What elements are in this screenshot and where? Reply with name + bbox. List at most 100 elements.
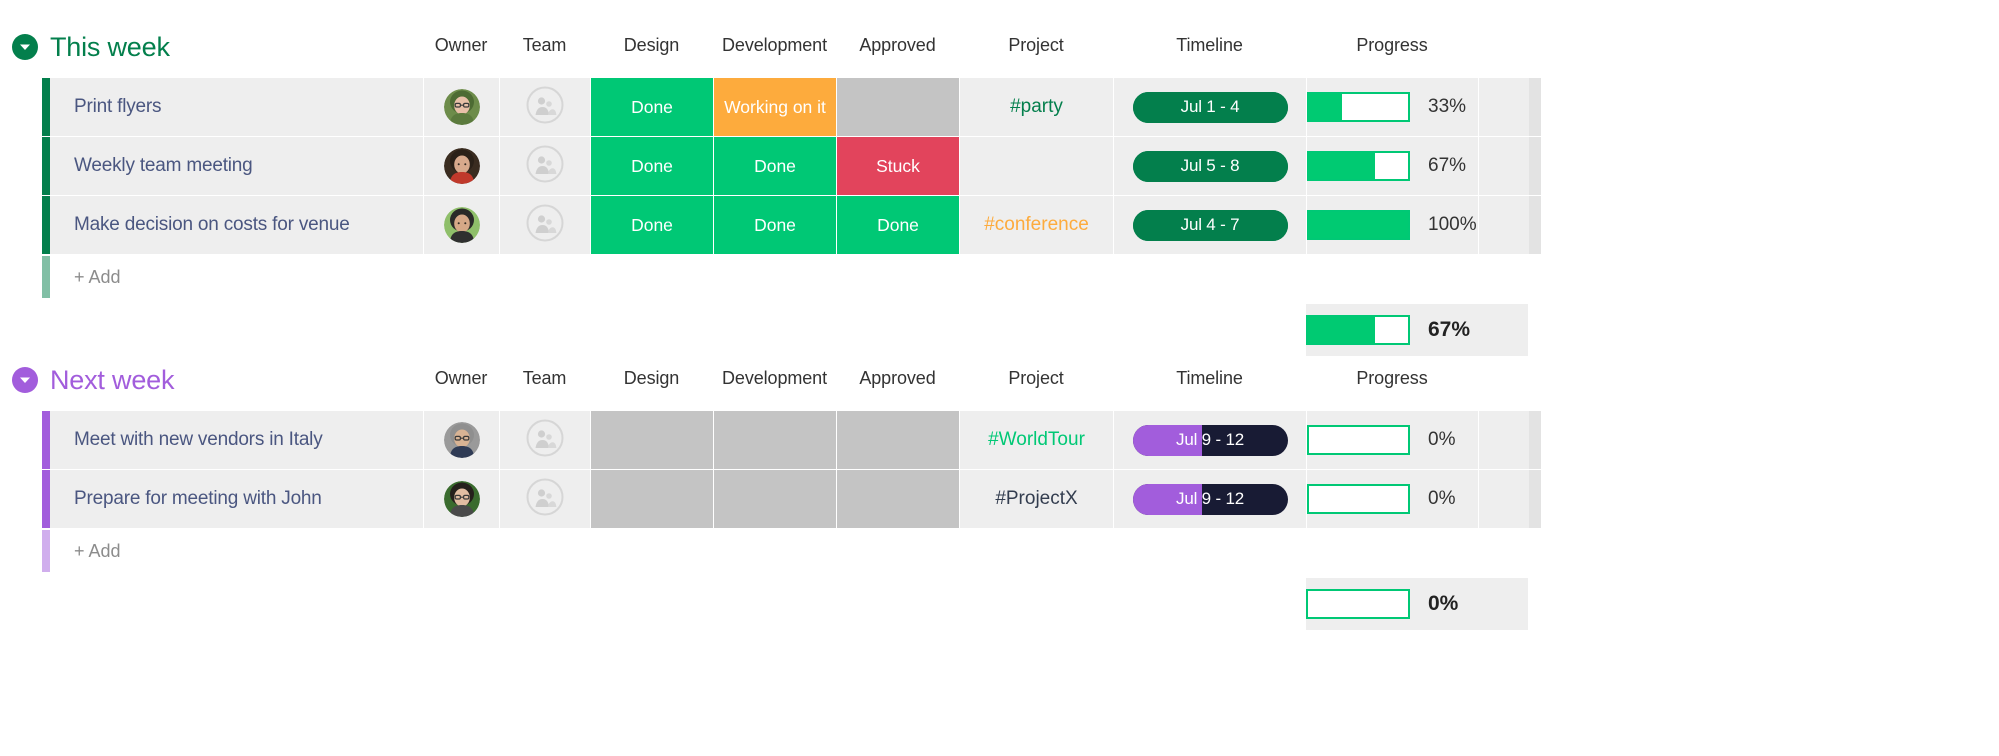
timeline-cell[interactable]: Jul 4 - 7	[1114, 196, 1307, 254]
column-header-progress[interactable]: Progress	[1306, 35, 1478, 56]
horizontal-scrollbar[interactable]	[1529, 78, 1541, 136]
status-cell-approved[interactable]: Stuck	[837, 137, 960, 195]
status-cell-design[interactable]: Done	[591, 78, 714, 136]
status-cell-development[interactable]	[714, 470, 837, 528]
status-cell-approved[interactable]	[837, 78, 960, 136]
team-cell[interactable]	[500, 411, 591, 469]
column-header-owner[interactable]: Owner	[423, 35, 499, 56]
add-item-row[interactable]: + Add	[0, 530, 1999, 572]
team-placeholder-icon[interactable]	[526, 86, 564, 129]
timeline-pill[interactable]: Jul 1 - 4	[1133, 92, 1288, 123]
progress-bar[interactable]	[1307, 92, 1410, 122]
timeline-pill[interactable]: Jul 5 - 8	[1133, 151, 1288, 182]
summary-end-pad	[1478, 304, 1528, 356]
group-title[interactable]: This week	[50, 32, 170, 63]
progress-cell[interactable]: 67%	[1307, 137, 1479, 195]
status-cell-design[interactable]: Done	[591, 137, 714, 195]
avatar[interactable]	[444, 148, 480, 184]
table-row[interactable]: Meet with new vendors in Italy #WorldTou…	[0, 411, 1999, 469]
timeline-cell[interactable]: Jul 9 - 12	[1114, 470, 1307, 528]
team-placeholder-icon[interactable]	[526, 419, 564, 462]
timeline-pill[interactable]: Jul 9 - 12	[1133, 425, 1288, 456]
progress-bar[interactable]	[1307, 151, 1410, 181]
team-cell[interactable]	[500, 196, 591, 254]
column-header-development[interactable]: Development	[713, 368, 836, 389]
horizontal-scrollbar[interactable]	[1529, 137, 1541, 195]
avatar[interactable]	[444, 422, 480, 458]
collapse-group-icon[interactable]	[12, 367, 38, 393]
column-header-timeline[interactable]: Timeline	[1113, 35, 1306, 56]
task-name[interactable]: Prepare for meeting with John	[50, 470, 424, 528]
owner-cell[interactable]	[424, 78, 500, 136]
status-cell-approved[interactable]	[837, 470, 960, 528]
progress-cell[interactable]: 100%	[1307, 196, 1479, 254]
project-tag[interactable]: #conference	[960, 196, 1114, 254]
avatar[interactable]	[444, 89, 480, 125]
status-cell-design[interactable]	[591, 470, 714, 528]
progress-bar[interactable]	[1307, 210, 1410, 240]
team-placeholder-icon[interactable]	[526, 478, 564, 521]
horizontal-scrollbar[interactable]	[1529, 411, 1541, 469]
progress-bar[interactable]	[1307, 425, 1410, 455]
column-header-approved[interactable]: Approved	[836, 35, 959, 56]
team-cell[interactable]	[500, 78, 591, 136]
horizontal-scrollbar[interactable]	[1529, 470, 1541, 528]
column-header-approved[interactable]: Approved	[836, 368, 959, 389]
project-tag[interactable]	[960, 137, 1114, 195]
progress-bar[interactable]	[1307, 484, 1410, 514]
column-header-development[interactable]: Development	[713, 35, 836, 56]
column-header-owner[interactable]: Owner	[423, 368, 499, 389]
column-header-project[interactable]: Project	[959, 35, 1113, 56]
table-row[interactable]: Print flyers DoneWorking on it #party	[0, 78, 1999, 136]
status-cell-development[interactable]: Working on it	[714, 78, 837, 136]
task-name[interactable]: Make decision on costs for venue	[50, 196, 424, 254]
progress-cell[interactable]: 0%	[1307, 411, 1479, 469]
team-cell[interactable]	[500, 470, 591, 528]
team-cell[interactable]	[500, 137, 591, 195]
owner-cell[interactable]	[424, 137, 500, 195]
add-item-label[interactable]: + Add	[50, 530, 424, 572]
task-name[interactable]: Weekly team meeting	[50, 137, 424, 195]
task-name[interactable]: Meet with new vendors in Italy	[50, 411, 424, 469]
task-name[interactable]: Print flyers	[50, 78, 424, 136]
status-cell-design[interactable]	[591, 411, 714, 469]
column-header-design[interactable]: Design	[590, 368, 713, 389]
group-title[interactable]: Next week	[50, 365, 174, 396]
timeline-cell[interactable]: Jul 9 - 12	[1114, 411, 1307, 469]
avatar[interactable]	[444, 207, 480, 243]
project-tag[interactable]: #party	[960, 78, 1114, 136]
progress-cell[interactable]: 33%	[1307, 78, 1479, 136]
table-row[interactable]: Make decision on costs for venue DoneDon…	[0, 196, 1999, 254]
horizontal-scrollbar[interactable]	[1529, 196, 1541, 254]
timeline-pill[interactable]: Jul 4 - 7	[1133, 210, 1288, 241]
status-cell-development[interactable]: Done	[714, 137, 837, 195]
team-placeholder-icon[interactable]	[526, 145, 564, 188]
column-header-progress[interactable]: Progress	[1306, 368, 1478, 389]
add-item-row[interactable]: + Add	[0, 256, 1999, 298]
timeline-cell[interactable]: Jul 1 - 4	[1114, 78, 1307, 136]
column-header-timeline[interactable]: Timeline	[1113, 368, 1306, 389]
table-row[interactable]: Prepare for meeting with John #ProjectX	[0, 470, 1999, 528]
progress-cell[interactable]: 0%	[1307, 470, 1479, 528]
status-cell-design[interactable]: Done	[591, 196, 714, 254]
column-header-team[interactable]: Team	[499, 368, 590, 389]
timeline-cell[interactable]: Jul 5 - 8	[1114, 137, 1307, 195]
collapse-group-icon[interactable]	[12, 34, 38, 60]
column-header-team[interactable]: Team	[499, 35, 590, 56]
team-placeholder-icon[interactable]	[526, 204, 564, 247]
owner-cell[interactable]	[424, 411, 500, 469]
project-tag[interactable]: #WorldTour	[960, 411, 1114, 469]
status-cell-development[interactable]	[714, 411, 837, 469]
owner-cell[interactable]	[424, 470, 500, 528]
add-item-label[interactable]: + Add	[50, 256, 424, 298]
status-cell-approved[interactable]	[837, 411, 960, 469]
project-tag[interactable]: #ProjectX	[960, 470, 1114, 528]
status-cell-approved[interactable]: Done	[837, 196, 960, 254]
status-cell-development[interactable]: Done	[714, 196, 837, 254]
column-header-project[interactable]: Project	[959, 368, 1113, 389]
avatar[interactable]	[444, 481, 480, 517]
table-row[interactable]: Weekly team meeting DoneDoneStuck Jul 5 …	[0, 137, 1999, 195]
owner-cell[interactable]	[424, 196, 500, 254]
column-header-design[interactable]: Design	[590, 35, 713, 56]
timeline-pill[interactable]: Jul 9 - 12	[1133, 484, 1288, 515]
